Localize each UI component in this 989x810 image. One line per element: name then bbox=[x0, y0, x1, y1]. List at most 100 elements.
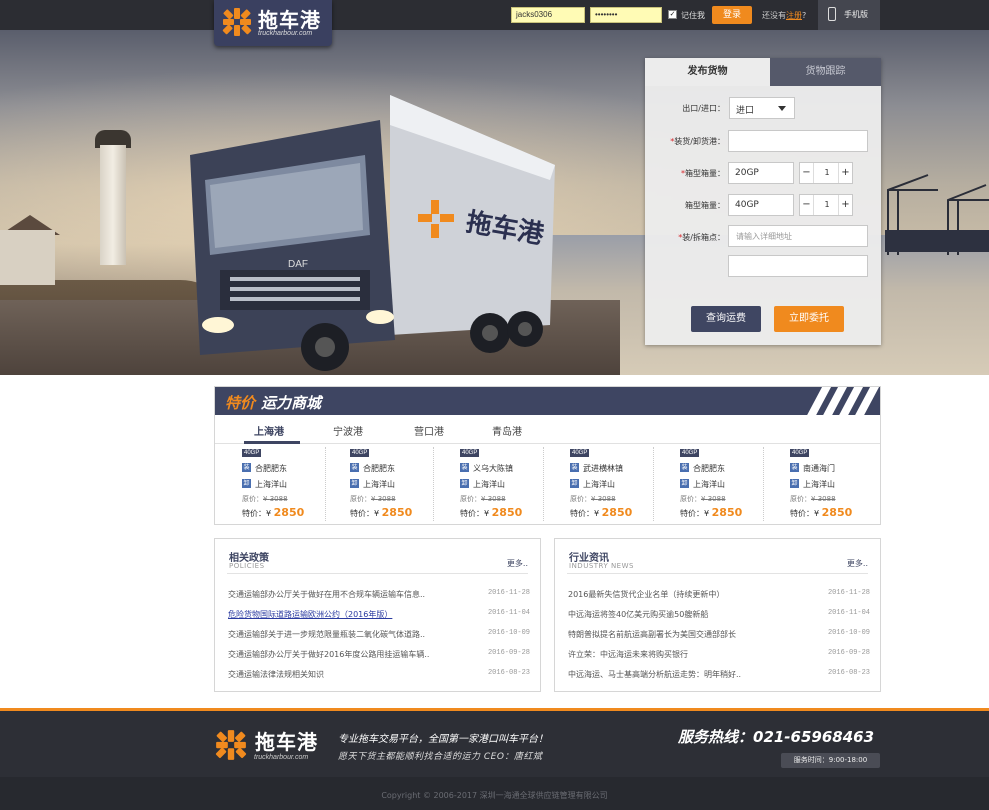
box-qty-value-1[interactable]: 1 bbox=[814, 163, 840, 183]
news-title[interactable]: 交通运输法律法规相关知识 bbox=[228, 669, 458, 680]
box-type-label-1: *箱型箱量： bbox=[681, 169, 725, 178]
news-item[interactable]: 2016最新失信货代企业名单（持续更新中） 2016-11-28 bbox=[568, 589, 870, 603]
news-item[interactable]: 许立荣：中远海运未来将购买银行 2016-09-28 bbox=[568, 649, 870, 663]
news-date: 2016-11-04 bbox=[827, 609, 870, 617]
price-card[interactable]: 40GP 装合肥肥东卸上海洋山 原价：¥ 3088 特价：¥ 2850 bbox=[323, 447, 434, 521]
price-card[interactable]: 40GP 装义乌大陈镇卸上海洋山 原价：¥ 3088 特价：¥ 2850 bbox=[433, 447, 544, 521]
news-item[interactable]: 危险货物国际道路运输欧洲公约（2016年版） 2016-11-04 bbox=[228, 609, 530, 623]
news-title[interactable]: 中远海运、马士基高端分析航运走势：明年稍好.. bbox=[568, 669, 798, 680]
news-title[interactable]: 许立荣：中远海运未来将购买银行 bbox=[568, 649, 798, 660]
svg-text:DAF: DAF bbox=[288, 259, 308, 270]
login-button[interactable]: 登录 bbox=[712, 6, 752, 24]
news-title[interactable]: 交通运输部办公厅关于做好在用不合规车辆运输车信息.. bbox=[228, 589, 458, 600]
news-title[interactable]: 特朗普拟提名前航运高副署长为美国交通部部长 bbox=[568, 629, 798, 640]
top-bar: jacks0306 •••••••• ✓ 记住我 登录 还没有注册? 手机版 bbox=[0, 0, 989, 30]
news-title[interactable]: 中远海运将签40亿美元购买逾50艘新船 bbox=[568, 609, 798, 620]
password-field[interactable]: •••••••• bbox=[590, 7, 662, 23]
tab-yingkou[interactable]: 营口港 bbox=[414, 423, 444, 438]
site-logo[interactable]: 拖车港 truckharbour.com bbox=[214, 0, 332, 46]
special-price: 特价：¥ 2850 bbox=[350, 506, 413, 519]
price-card[interactable]: 40GP 装武进横林镇卸上海洋山 原价：¥ 3088 特价：¥ 2850 bbox=[543, 447, 654, 521]
special-price: 特价：¥ 2850 bbox=[242, 506, 305, 519]
box-qty-stepper-1[interactable]: − 1 + bbox=[799, 162, 853, 184]
news-title[interactable]: 交通运输部办公厅关于做好2016年度公路甩挂运输车辆.. bbox=[228, 649, 458, 660]
news-item[interactable]: 交通运输部办公厅关于做好2016年度公路甩挂运输车辆.. 2016-09-28 bbox=[228, 649, 530, 663]
destination-icon: 卸 bbox=[680, 479, 689, 488]
port-input[interactable] bbox=[728, 130, 868, 152]
price-card[interactable]: 40GP 装合肥肥东卸上海洋山 原价：¥ 3088 特价：¥ 2850 bbox=[653, 447, 764, 521]
origin-text: 南通海门 bbox=[803, 464, 835, 473]
remember-checkbox[interactable]: ✓ bbox=[668, 10, 677, 19]
mobile-version-link[interactable]: 手机版 bbox=[818, 0, 880, 30]
commission-button[interactable]: 立即委托 bbox=[774, 306, 844, 332]
minus-icon[interactable]: − bbox=[800, 195, 814, 215]
truck-illustration: 拖车港 DAF bbox=[190, 95, 555, 371]
import-export-label: 出口/进口： bbox=[682, 104, 725, 113]
original-price: 原价：¥ 3088 bbox=[460, 495, 506, 503]
box-type-badge: 40GP bbox=[790, 449, 810, 457]
news-title[interactable]: 危险货物国际道路运输欧洲公约（2016年版） bbox=[228, 609, 458, 620]
box-type-badge: 40GP bbox=[570, 449, 590, 457]
policies-more-link[interactable]: 更多.. bbox=[507, 558, 528, 569]
news-date: 2016-11-28 bbox=[827, 589, 870, 597]
news-title[interactable]: 交通运输部关于进一步规范限量瓶装二氧化碳气体道路.. bbox=[228, 629, 458, 640]
news-item[interactable]: 中远海运、马士基高端分析航运走势：明年稍好.. 2016-08-23 bbox=[568, 669, 870, 683]
policies-panel: 相关政策 POLICIES 更多.. 交通运输部办公厅关于做好在用不合规车辆运输… bbox=[214, 538, 541, 692]
destination-text: 上海洋山 bbox=[255, 480, 287, 489]
capacity-mall: 特价 运力商城 上海港 宁波港 营口港 青岛港 40GP 装合肥肥东卸上海洋山 原价… bbox=[214, 386, 881, 525]
chevron-down-icon bbox=[778, 106, 786, 111]
news-item[interactable]: 交通运输部关于进一步规范限量瓶装二氧化碳气体道路.. 2016-10-09 bbox=[228, 629, 530, 643]
policies-subtitle: POLICIES bbox=[229, 562, 265, 570]
origin-text: 合肥肥东 bbox=[363, 464, 395, 473]
news-title[interactable]: 2016最新失信货代企业名单（持续更新中） bbox=[568, 589, 798, 600]
industry-more-link[interactable]: 更多.. bbox=[847, 558, 868, 569]
destination-text: 上海洋山 bbox=[473, 480, 505, 489]
footer-slogan-signature: 愿天下货主都能顺利找合适的运力 CEO：唐红斌 bbox=[338, 752, 543, 762]
cargo-ship bbox=[885, 230, 989, 252]
plus-icon[interactable]: + bbox=[838, 163, 852, 183]
tab-publish-cargo[interactable]: 发布货物 bbox=[645, 58, 770, 86]
copyright: Copyright © 2006-2017 深圳一海通全球供应链管理有限公司 bbox=[381, 791, 608, 800]
box-qty-stepper-2[interactable]: − 1 + bbox=[799, 194, 853, 216]
special-price: 特价：¥ 2850 bbox=[460, 506, 523, 519]
news-item[interactable]: 特朗普拟提名前航运高副署长为美国交通部部长 2016-10-09 bbox=[568, 629, 870, 643]
plus-icon[interactable]: + bbox=[838, 195, 852, 215]
address-input-2[interactable] bbox=[728, 255, 868, 277]
no-account-text: 还没有注册? bbox=[762, 11, 807, 20]
box-qty-value-2[interactable]: 1 bbox=[814, 195, 840, 215]
register-link[interactable]: 注册 bbox=[786, 11, 802, 20]
news-item[interactable]: 中远海运将签40亿美元购买逾50艘新船 2016-11-04 bbox=[568, 609, 870, 623]
hero-banner: 拖车港 DAF 发布货物 货物跟踪 出口/进口： 进口 *装货/卸货港： *箱型… bbox=[0, 30, 989, 375]
price-card[interactable]: 40GP 装合肥肥东卸上海洋山 原价：¥ 3088 特价：¥ 2850 bbox=[215, 447, 326, 521]
price-card[interactable]: 40GP 装南通海门卸上海洋山 原价：¥ 3088 特价：¥ 2850 bbox=[763, 447, 874, 521]
box-type-label-2: 箱型箱量： bbox=[685, 201, 725, 210]
news-date: 2016-11-04 bbox=[487, 609, 530, 617]
news-item[interactable]: 交通运输法律法规相关知识 2016-08-23 bbox=[228, 669, 530, 683]
import-export-select[interactable]: 进口 bbox=[729, 97, 795, 119]
destination-icon: 卸 bbox=[460, 479, 469, 488]
industry-news-panel: 行业资讯 INDUSTRY NEWS 更多.. 2016最新失信货代企业名单（持… bbox=[554, 538, 881, 692]
news-date: 2016-09-28 bbox=[827, 649, 870, 657]
tab-shanghai[interactable]: 上海港 bbox=[254, 423, 284, 438]
original-price: 原价：¥ 3088 bbox=[790, 495, 836, 503]
news-date: 2016-09-28 bbox=[487, 649, 530, 657]
box-type-select-2[interactable]: 40GP bbox=[728, 194, 794, 216]
username-field[interactable]: jacks0306 bbox=[511, 7, 585, 23]
service-hotline: 服务热线：021-65968463 bbox=[678, 728, 875, 746]
original-price: 原价：¥ 3088 bbox=[350, 495, 396, 503]
tab-qingdao[interactable]: 青岛港 bbox=[492, 423, 522, 438]
tab-track-cargo[interactable]: 货物跟踪 bbox=[770, 58, 881, 86]
port-tabs: 上海港 宁波港 营口港 青岛港 bbox=[215, 416, 880, 444]
box-type-select-1[interactable]: 20GP bbox=[728, 162, 794, 184]
origin-icon: 装 bbox=[242, 463, 251, 472]
address-input[interactable]: 请输入详细地址 bbox=[728, 225, 868, 247]
minus-icon[interactable]: − bbox=[800, 163, 814, 183]
phone-icon bbox=[828, 7, 836, 21]
footer: 拖车港 truckharbour.com 专业拖车交易平台，全国第一家港口叫车平… bbox=[0, 708, 989, 810]
origin-text: 合肥肥东 bbox=[693, 464, 725, 473]
query-fee-button[interactable]: 查询运费 bbox=[691, 306, 761, 332]
news-item[interactable]: 交通运输部办公厅关于做好在用不合规车辆运输车信息.. 2016-11-28 bbox=[228, 589, 530, 603]
tab-ningbo[interactable]: 宁波港 bbox=[333, 423, 363, 438]
original-price: 原价：¥ 3088 bbox=[242, 495, 288, 503]
news-date: 2016-10-09 bbox=[827, 629, 870, 637]
